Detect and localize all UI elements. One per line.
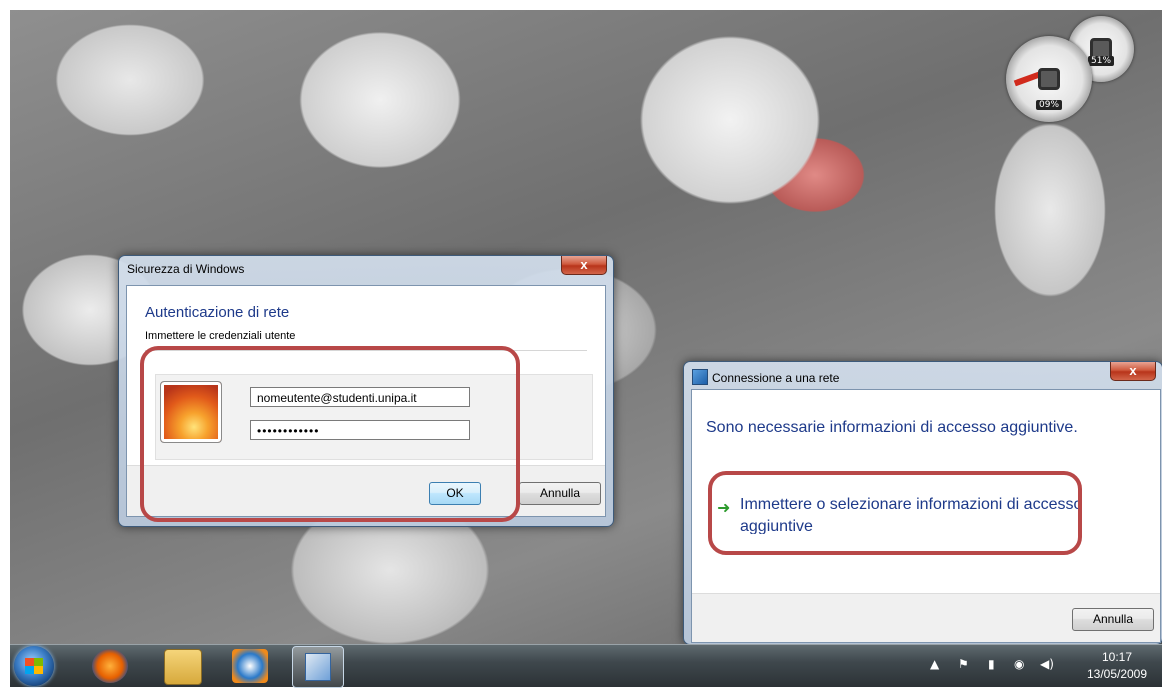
windows-logo-icon-lower	[25, 666, 43, 674]
network-icon	[692, 369, 708, 385]
window-title: Connessione a una rete	[712, 371, 840, 385]
control-panel-glyph	[305, 653, 331, 681]
cpu-meter-gadget[interactable]: 51% 09%	[1000, 10, 1152, 122]
window-title: Sicurezza di Windows	[127, 262, 245, 276]
folder-icon[interactable]	[164, 649, 202, 685]
dialog-footer: Annulla	[692, 593, 1160, 642]
show-hidden-icons-icon[interactable]: ▲	[930, 657, 939, 671]
info-message: Sono necessarie informazioni di accesso …	[706, 419, 1078, 436]
cpu-icon	[1038, 68, 1060, 90]
taskbar: ▲ ⚑ ▮ ◉ ◀) 10:17 13/05/2009	[10, 644, 1162, 688]
titlebar[interactable]: Connessione a una rete x	[684, 362, 1162, 388]
battery-icon[interactable]: ▮	[988, 657, 995, 671]
cancel-button[interactable]: Annulla	[519, 482, 601, 505]
gauge-red-zone	[1013, 71, 1041, 87]
volume-icon[interactable]: ◀)	[1040, 657, 1054, 671]
dialog-heading: Autenticazione di rete	[145, 304, 290, 321]
memory-percent: 51%	[1087, 56, 1115, 66]
cpu-gauge: 09%	[1006, 36, 1092, 122]
control-panel-icon[interactable]	[292, 646, 344, 688]
cpu-percent: 09%	[1035, 100, 1063, 110]
clock-time: 10:17	[1101, 650, 1133, 664]
clock-date: 13/05/2009	[1086, 667, 1148, 681]
start-button[interactable]	[14, 646, 54, 686]
titlebar[interactable]: Sicurezza di Windows x	[119, 256, 613, 282]
firefox-icon[interactable]	[92, 649, 128, 683]
cancel-button[interactable]: Annulla	[1072, 608, 1154, 631]
action-center-flag-icon[interactable]: ⚑	[958, 657, 969, 671]
dialog-subheading: Immettere le credenziali utente	[145, 330, 296, 342]
highlight-credentials	[140, 346, 520, 522]
close-button[interactable]: x	[561, 256, 607, 275]
close-button[interactable]: x	[1110, 362, 1156, 381]
clock[interactable]: 10:17 13/05/2009	[1077, 649, 1157, 683]
media-player-icon[interactable]	[232, 649, 268, 683]
highlight-link	[708, 471, 1082, 555]
network-tray-icon[interactable]: ◉	[1014, 657, 1024, 671]
